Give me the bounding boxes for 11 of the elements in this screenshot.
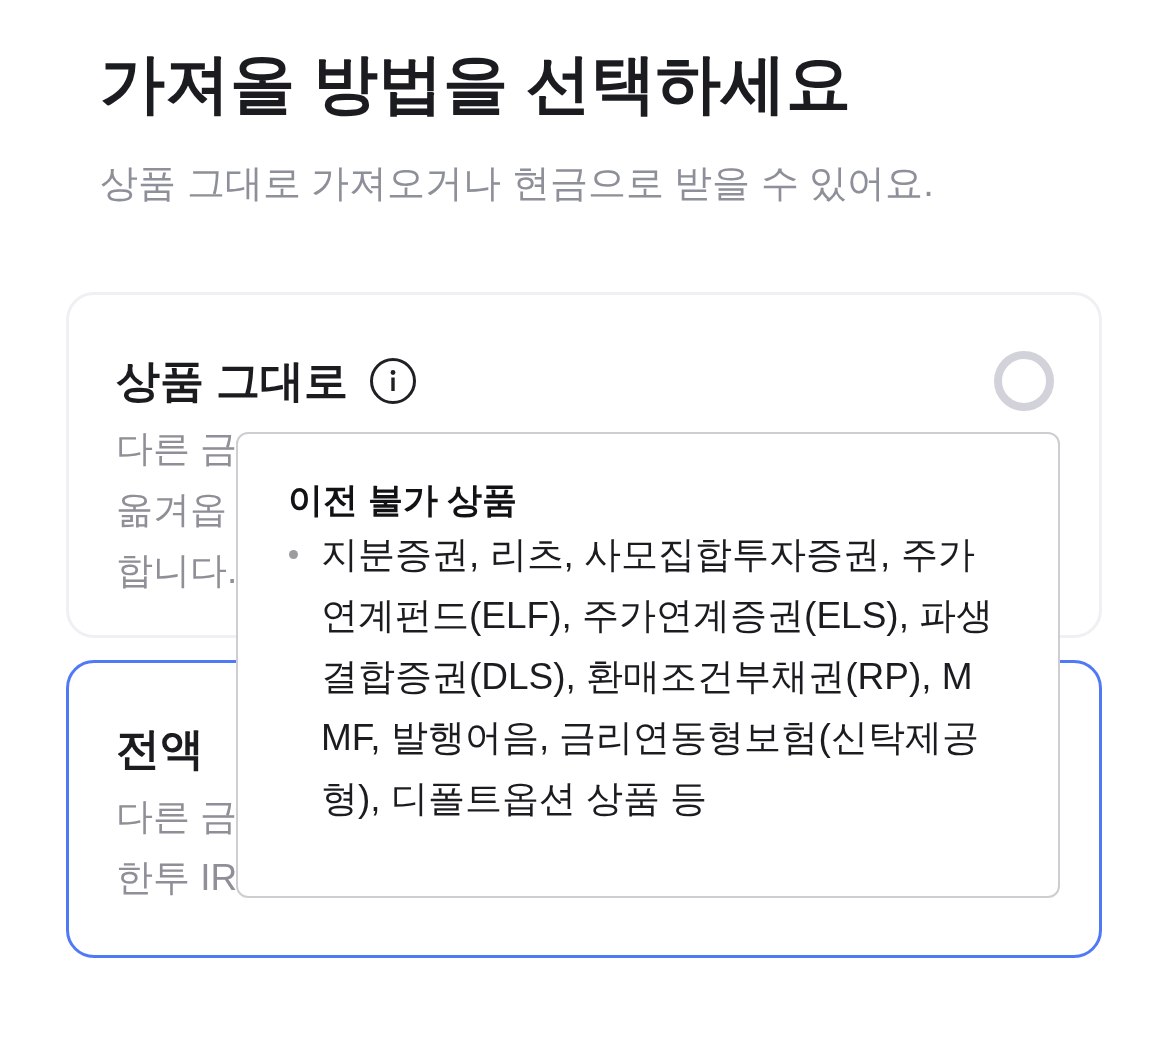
option-title: 상품 그대로	[116, 355, 349, 407]
page-subtitle: 상품 그대로 가져오거나 현금으로 받을 수 있어요.	[100, 161, 934, 206]
option-title: 전액	[116, 723, 204, 775]
radio-button[interactable]	[994, 351, 1054, 411]
info-icon[interactable]	[370, 358, 417, 404]
bullet-text: 지분증권, 리츠, 사모집합투자증권, 주가 연계펀드(ELF), 주가연계증권(ELS), 파생 결합증권(DLS), 환매조건부채권(RP), M MF, 발행어음, 금리연동형보험(신탁제공 형), 디폴트옵션 상품 등	[321, 533, 994, 821]
option-description: 다른 금 옮겨옵 합니다.	[116, 427, 238, 593]
bullet-icon	[289, 550, 298, 559]
option-description: 다른 금 한투 IR	[116, 795, 238, 900]
tooltip-title: 이전 불가 상품	[288, 479, 518, 521]
page-title: 가져올 방법을 선택하세요	[100, 46, 852, 122]
